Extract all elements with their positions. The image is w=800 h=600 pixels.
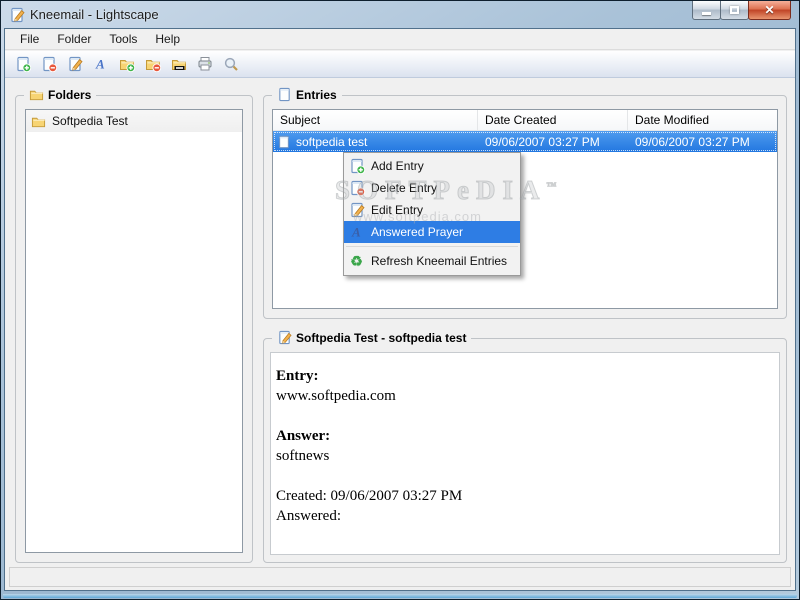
folders-panel-title: Folders xyxy=(48,87,92,102)
folders-list[interactable]: Softpedia Test xyxy=(25,109,243,553)
close-icon: ✕ xyxy=(764,3,775,17)
window-controls: ✕ xyxy=(692,1,791,20)
menu-folder[interactable]: Folder xyxy=(48,30,100,48)
svg-text:A: A xyxy=(95,57,105,72)
detail-panel: Softpedia Test - softpedia test Entry: w… xyxy=(263,330,787,563)
column-header-date-modified[interactable]: Date Modified xyxy=(628,110,777,130)
folder-item-label: Softpedia Test xyxy=(52,114,128,128)
svg-text:A: A xyxy=(351,225,361,240)
answer-label: Answer: xyxy=(276,428,331,444)
created-line: Created: 09/06/2007 03:27 PM xyxy=(276,488,463,504)
status-bar xyxy=(9,567,791,587)
letter-a-icon: A xyxy=(95,57,105,72)
doc-pencil-icon xyxy=(348,202,365,218)
table-row[interactable]: softpedia test 09/06/2007 03:27 PM 09/06… xyxy=(273,131,777,152)
folder-plus-icon xyxy=(119,59,135,72)
doc-plus-icon xyxy=(17,56,31,72)
doc-plus-icon xyxy=(348,158,365,174)
document-icon xyxy=(279,87,290,102)
search-icon xyxy=(224,57,238,71)
printer-icon xyxy=(198,57,212,71)
minimize-button[interactable] xyxy=(692,1,721,20)
maximize-icon xyxy=(730,6,739,14)
menu-item-label: Answered Prayer xyxy=(371,225,464,239)
app-window: Kneemail - Lightscape ✕ File Folder Tool… xyxy=(0,0,800,600)
folder-icon xyxy=(31,117,46,127)
context-menu-item-add-entry[interactable]: Add Entry xyxy=(344,155,520,177)
window-frame: Kneemail - Lightscape ✕ File Folder Tool… xyxy=(1,1,799,599)
folder-minus-icon xyxy=(145,59,161,72)
titlebar[interactable]: Kneemail - Lightscape ✕ xyxy=(1,1,799,28)
row-date-created: 09/06/2007 03:27 PM xyxy=(485,134,600,149)
entries-panel: Entries Subject Date Created Date Modifi… xyxy=(263,87,787,319)
entries-panel-header: Entries xyxy=(272,87,342,102)
answer-value: softnews xyxy=(276,448,330,464)
letter-a-icon: A xyxy=(348,224,365,240)
detail-panel-header: Softpedia Test - softpedia test xyxy=(272,330,472,345)
doc-minus-icon xyxy=(348,180,365,196)
row-subject: softpedia test xyxy=(296,134,368,149)
refresh-icon: ♻ xyxy=(350,253,363,269)
toolbar: A xyxy=(5,51,795,78)
context-menu: Add Entry Delete Entry Edit Entry A Answ… xyxy=(343,152,521,276)
menu-separator xyxy=(346,246,518,247)
menu-item-label: Delete Entry xyxy=(371,181,438,195)
context-menu-item-edit-entry[interactable]: Edit Entry xyxy=(344,199,520,221)
menubar: File Folder Tools Help xyxy=(5,29,795,50)
add-entry-button[interactable] xyxy=(10,52,36,76)
doc-pencil-icon xyxy=(69,56,83,72)
row-date-modified: 09/06/2007 03:27 PM xyxy=(635,134,750,149)
column-header-date-created[interactable]: Date Created xyxy=(478,110,628,130)
entries-panel-title: Entries xyxy=(296,87,337,102)
folders-panel: Folders Softpedia Test xyxy=(15,87,253,563)
detail-panel-title: Softpedia Test - softpedia test xyxy=(296,330,467,345)
search-button[interactable] xyxy=(218,52,244,76)
close-button[interactable]: ✕ xyxy=(748,1,791,20)
maximize-button[interactable] xyxy=(720,1,749,20)
folders-panel-header: Folders xyxy=(24,87,97,102)
detail-content: Entry: www.softpedia.com Answer: softnew… xyxy=(270,352,780,555)
menu-item-label: Add Entry xyxy=(371,159,424,173)
column-header-subject[interactable]: Subject xyxy=(273,110,478,130)
answered-line: Answered: xyxy=(276,508,341,524)
rename-folder-button[interactable] xyxy=(166,52,192,76)
entries-table-header: Subject Date Created Date Modified xyxy=(273,110,777,131)
app-icon xyxy=(11,7,25,22)
folder-icon xyxy=(29,90,44,101)
edit-entry-button[interactable] xyxy=(62,52,88,76)
folder-rename-icon xyxy=(171,59,187,71)
document-icon xyxy=(279,135,289,148)
window-title: Kneemail - Lightscape xyxy=(30,7,159,22)
menu-item-label: Edit Entry xyxy=(371,203,424,217)
delete-entry-button[interactable] xyxy=(36,52,62,76)
doc-pencil-icon xyxy=(279,330,292,345)
menu-item-label: Refresh Kneemail Entries xyxy=(371,254,508,268)
menu-help[interactable]: Help xyxy=(146,30,189,48)
answered-prayer-button[interactable]: A xyxy=(88,52,114,76)
menu-tools[interactable]: Tools xyxy=(100,30,146,48)
context-menu-item-delete-entry[interactable]: Delete Entry xyxy=(344,177,520,199)
menu-file[interactable]: File xyxy=(11,30,48,48)
context-menu-item-answered-prayer[interactable]: A Answered Prayer xyxy=(344,221,520,243)
entry-label: Entry: xyxy=(276,368,319,384)
minimize-icon xyxy=(702,11,711,15)
entry-value[interactable]: www.softpedia.com xyxy=(276,388,396,404)
print-button[interactable] xyxy=(192,52,218,76)
context-menu-item-refresh[interactable]: ♻ Refresh Kneemail Entries xyxy=(344,250,520,272)
client-area: File Folder Tools Help A Folders Softped… xyxy=(4,28,796,591)
doc-minus-icon xyxy=(43,56,57,72)
folder-list-item[interactable]: Softpedia Test xyxy=(26,110,242,132)
delete-folder-button[interactable] xyxy=(140,52,166,76)
add-folder-button[interactable] xyxy=(114,52,140,76)
